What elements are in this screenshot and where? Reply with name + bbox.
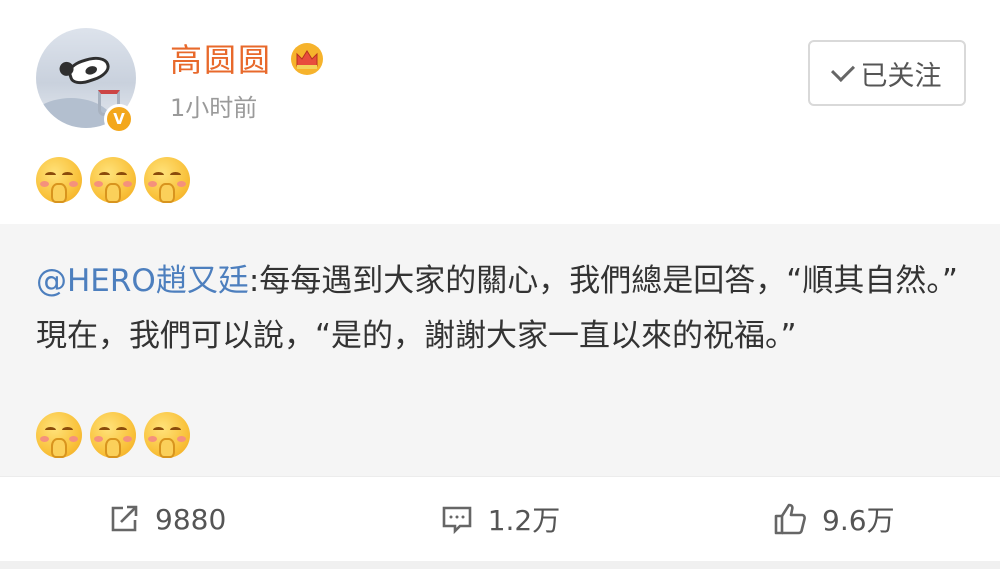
- author-name[interactable]: 高圆圆: [170, 40, 272, 80]
- repost-text: @HERO趙又廷:每每遇到大家的關心，我們總是回答，“順其自然。” 現在，我們可…: [36, 254, 966, 364]
- bashful-emoji-icon: [90, 412, 136, 458]
- comment-count: 1.2万: [487, 504, 561, 537]
- bashful-emoji-icon: [144, 157, 190, 203]
- repost-emojis: [36, 412, 190, 458]
- crown-icon[interactable]: [290, 42, 324, 76]
- like-button[interactable]: 9.6万: [667, 477, 1000, 561]
- bashful-emoji-icon: [36, 412, 82, 458]
- like-count: 9.6万: [822, 504, 895, 537]
- thumbs-up-icon: [774, 503, 806, 535]
- bashful-emoji-icon: [36, 157, 82, 203]
- bottom-separator: [0, 561, 1000, 569]
- repost-text-line2: 現在，我們可以說，“是的，謝謝大家一直以來的祝福。”: [36, 318, 797, 354]
- share-count: 9880: [155, 502, 227, 536]
- action-bar: 9880 1.2万 9.6万: [0, 477, 1000, 561]
- weibo-post: V 高圆圆 1小时前 已关注 @HERO趙又廷:每每遇到大家的關心，我們總是回答…: [0, 0, 1000, 569]
- follow-label: 已关注: [860, 60, 942, 92]
- post-time: 1小时前: [170, 94, 258, 122]
- follow-button[interactable]: 已关注: [808, 40, 966, 106]
- bashful-emoji-icon: [90, 157, 136, 203]
- verified-badge-icon: V: [104, 104, 134, 134]
- share-icon: [111, 505, 138, 532]
- comment-button[interactable]: 1.2万: [333, 477, 666, 561]
- post-content-emojis: [36, 157, 190, 203]
- repost-text-line1: :每每遇到大家的關心，我們總是回答，“順其自然。”: [248, 263, 958, 299]
- mention-link[interactable]: @HERO趙又廷: [36, 263, 249, 299]
- comment-icon: [442, 506, 472, 535]
- bashful-emoji-icon: [144, 412, 190, 458]
- check-icon: [830, 57, 855, 83]
- cat-figure: [65, 52, 113, 88]
- share-button[interactable]: 9880: [0, 477, 333, 561]
